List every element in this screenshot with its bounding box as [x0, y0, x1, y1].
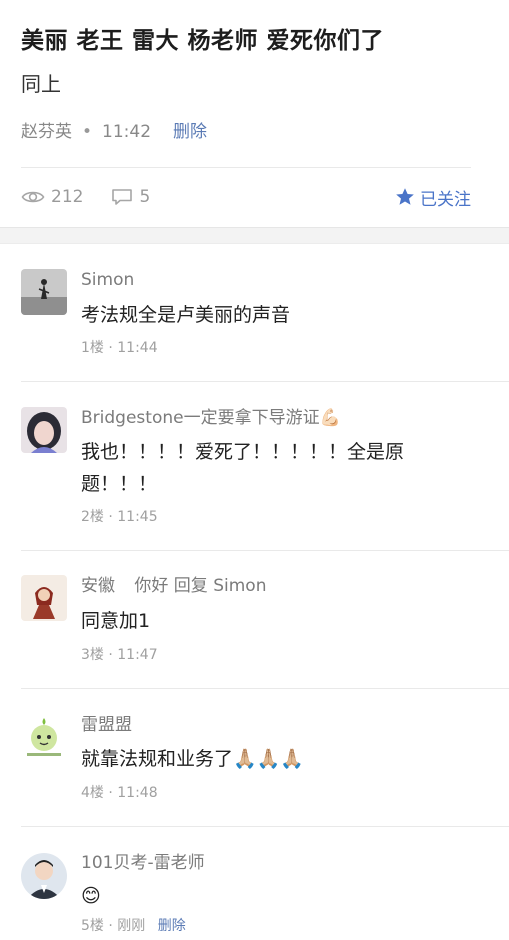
comment-item[interactable]: 雷盟盟 就靠法规和业务了🙏🏼🙏🏼🙏🏼 4楼 · 11:48: [0, 689, 509, 827]
avatar[interactable]: [21, 575, 67, 621]
comment-floor-time: 3楼 · 11:47: [81, 647, 158, 663]
comment-floor-time: 2楼 · 11:45: [81, 509, 158, 525]
avatar[interactable]: [21, 853, 67, 899]
section-gap: [0, 227, 509, 244]
post-body: 同上: [21, 72, 61, 96]
comment-author-line: 安徽 你好 回复 Simon: [81, 575, 266, 597]
comment-item[interactable]: 安徽 你好 回复 Simon 同意加1 3楼 · 11:47: [0, 551, 509, 689]
comment-author[interactable]: 安徽: [81, 576, 115, 596]
post-time: 11:42: [102, 122, 152, 142]
avatar[interactable]: [21, 269, 67, 315]
follow-button[interactable]: 已关注: [395, 185, 471, 210]
follow-label: 已关注: [420, 189, 471, 210]
views-stat: 212: [21, 187, 83, 207]
comment-text: 同意加1: [81, 610, 151, 632]
comment-text: 😊: [81, 885, 101, 907]
comment-text: 就靠法规和业务了🙏🏼🙏🏼🙏🏼: [81, 748, 304, 770]
avatar[interactable]: [21, 407, 67, 453]
comment-author[interactable]: Simon: [81, 269, 134, 291]
comment-meta: 5楼 · 刚刚 删除: [81, 916, 186, 936]
comment-item[interactable]: Bridgestone一定要拿下导游证💪🏻 我也！！！！爱死了！！！！！全是原题…: [0, 382, 509, 551]
comment-item[interactable]: Simon 考法规全是卢美丽的声音 1楼 · 11:44: [0, 245, 509, 382]
comment-icon: [112, 189, 133, 205]
reply-to[interactable]: 你好 回复 Simon: [134, 576, 266, 596]
post-author[interactable]: 赵芬英: [21, 120, 72, 144]
comment-floor-time: 1楼 · 11:44: [81, 340, 158, 356]
comment-text: 我也！！！！爱死了！！！！！全是原题！！！: [81, 441, 405, 495]
comment-floor-time: 4楼 · 11:48: [81, 785, 158, 801]
meta-dot: •: [82, 122, 93, 142]
stats-bar: 212 5 已关注: [21, 168, 489, 226]
views-count: 212: [51, 187, 84, 207]
eye-icon: [21, 191, 45, 203]
post-section: 美丽 老王 雷大 杨老师 爱死你们了 同上 赵芬英 • 11:42 删除 212…: [0, 0, 509, 226]
comments-count: 5: [139, 187, 151, 207]
post-meta: 赵芬英 • 11:42 删除: [21, 120, 489, 144]
comment-author[interactable]: 雷盟盟: [81, 714, 132, 736]
comment-author[interactable]: 101贝考-雷老师: [81, 852, 205, 874]
comment-text: 考法规全是卢美丽的声音: [81, 304, 291, 326]
comments-stat[interactable]: 5: [111, 187, 150, 207]
avatar[interactable]: [21, 714, 67, 760]
post-delete-button[interactable]: 删除: [173, 120, 207, 144]
comment-floor-time: 5楼 · 刚刚: [81, 918, 146, 934]
post-title: 美丽 老王 雷大 杨老师 爱死你们了: [21, 28, 385, 54]
comment-item[interactable]: 101贝考-雷老师 😊 5楼 · 刚刚 删除: [0, 827, 509, 940]
comment-author[interactable]: Bridgestone一定要拿下导游证💪🏻: [81, 407, 341, 429]
star-icon: [396, 188, 414, 205]
comment-delete-button[interactable]: 删除: [158, 918, 186, 934]
